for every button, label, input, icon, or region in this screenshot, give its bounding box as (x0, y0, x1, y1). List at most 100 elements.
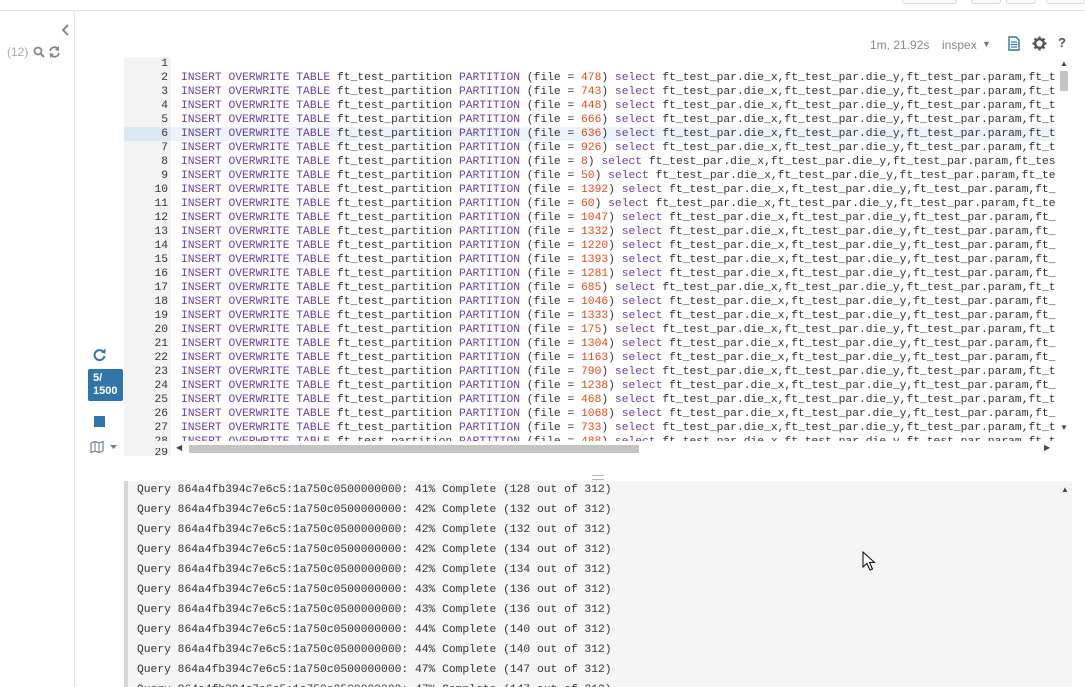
sql-statement: INSERT OVERWRITE TABLE ft_test_partition… (181, 142, 1056, 154)
sql-editor[interactable]: 1 2 INSERT OVERWRITE TABLE ft_test_partiti… (124, 57, 1072, 456)
scroll-up-arrow-icon[interactable]: ▲ (1061, 485, 1069, 494)
sql-statement: INSERT OVERWRITE TABLE ft_test_partition… (181, 156, 1056, 168)
top-toolbar-button[interactable] (971, 0, 1001, 4)
line-number: 7 (161, 142, 168, 154)
top-toolbar-button[interactable] (1046, 0, 1085, 4)
log-line: Query 864a4fb394c7e6c5:1a750c0500000000:… (137, 544, 612, 556)
editor-horizontal-scrollbar[interactable]: ◀ ▶ (171, 441, 1057, 456)
code-line[interactable]: 16 INSERT OVERWRITE TABLE ft_test_partiti… (124, 267, 1056, 281)
scrollbar-thumb[interactable] (1060, 71, 1068, 91)
code-line[interactable]: 7 INSERT OVERWRITE TABLE ft_test_partitio… (124, 141, 1056, 155)
search-icon[interactable] (33, 46, 45, 58)
rerun-icon[interactable] (93, 348, 106, 361)
line-number: 27 (154, 422, 168, 434)
partition-file-number: 1332 (581, 226, 609, 238)
code-line[interactable]: 17 INSERT OVERWRITE TABLE ft_test_partiti… (124, 281, 1056, 295)
code-line[interactable]: 25 INSERT OVERWRITE TABLE ft_test_partiti… (124, 393, 1056, 407)
line-number: 15 (154, 254, 168, 266)
code-line[interactable]: 12 INSERT OVERWRITE TABLE ft_test_partiti… (124, 211, 1056, 225)
statement-progress-badge: 5/ 1500 (88, 369, 123, 401)
refresh-icon[interactable] (48, 46, 61, 58)
sql-statement: INSERT OVERWRITE TABLE ft_test_partition… (181, 422, 1056, 434)
code-line[interactable]: 11 INSERT OVERWRITE TABLE ft_test_partiti… (124, 197, 1056, 211)
partition-file-number: 1333 (581, 310, 609, 322)
scrollbar-thumb[interactable] (189, 445, 639, 453)
line-number: 8 (161, 156, 168, 168)
gear-icon[interactable] (1032, 36, 1047, 51)
code-line[interactable]: 27 INSERT OVERWRITE TABLE ft_test_partiti… (124, 421, 1056, 435)
left-panel: (12) (0, 11, 75, 687)
code-line[interactable]: 4 INSERT OVERWRITE TABLE ft_test_partitio… (124, 99, 1056, 113)
partition-file-number: 790 (581, 366, 602, 378)
code-line[interactable]: 5 INSERT OVERWRITE TABLE ft_test_partitio… (124, 113, 1056, 127)
code-line[interactable]: 14 INSERT OVERWRITE TABLE ft_test_partiti… (124, 239, 1056, 253)
partition-file-number: 1220 (581, 240, 609, 252)
panel-resize-handle[interactable] (592, 475, 604, 480)
code-line[interactable]: 18 INSERT OVERWRITE TABLE ft_test_partiti… (124, 295, 1056, 309)
code-line[interactable]: 24 INSERT OVERWRITE TABLE ft_test_partiti… (124, 379, 1056, 393)
line-number: 19 (154, 310, 168, 322)
partition-file-number: 1304 (581, 338, 609, 350)
sql-statement: INSERT OVERWRITE TABLE ft_test_partition… (181, 198, 1056, 210)
partition-file-number: 1238 (581, 380, 609, 392)
code-line[interactable]: 9 INSERT OVERWRITE TABLE ft_test_partitio… (124, 169, 1056, 183)
progress-total: 1500 (93, 385, 118, 397)
scroll-left-arrow-icon[interactable]: ◀ (176, 443, 182, 452)
sql-statement: INSERT OVERWRITE TABLE ft_test_partition… (181, 184, 1056, 196)
help-icon[interactable]: ? (1058, 35, 1066, 50)
database-selector[interactable]: inspex (942, 38, 977, 52)
code-line[interactable]: 20 INSERT OVERWRITE TABLE ft_test_partiti… (124, 323, 1056, 337)
sql-statement: INSERT OVERWRITE TABLE ft_test_partition… (181, 296, 1056, 308)
partition-file-number: 1068 (581, 408, 609, 420)
log-line: Query 864a4fb394c7e6c5:1a750c0500000000:… (137, 604, 612, 616)
sql-statement: INSERT OVERWRITE TABLE ft_test_partition… (181, 324, 1056, 336)
editor-vertical-scrollbar[interactable]: ▲ ▼ (1057, 57, 1072, 441)
code-line[interactable]: 13 INSERT OVERWRITE TABLE ft_test_partiti… (124, 225, 1056, 239)
mouse-cursor-icon (862, 551, 876, 571)
line-number: 5 (161, 114, 168, 126)
partition-file-number: 478 (581, 72, 602, 84)
code-line[interactable]: 3 INSERT OVERWRITE TABLE ft_test_partitio… (124, 85, 1056, 99)
code-area[interactable]: 1 2 INSERT OVERWRITE TABLE ft_test_partiti… (124, 57, 1056, 441)
scroll-right-arrow-icon[interactable]: ▶ (1044, 443, 1050, 452)
line-number: 16 (154, 268, 168, 280)
partition-file-number: 50 (581, 170, 595, 182)
partition-file-number: 926 (581, 142, 602, 154)
map-icon[interactable] (90, 441, 120, 453)
code-line[interactable]: 15 INSERT OVERWRITE TABLE ft_test_partiti… (124, 253, 1056, 267)
sql-statement: INSERT OVERWRITE TABLE ft_test_partition… (181, 212, 1056, 224)
document-icon[interactable] (1007, 36, 1021, 51)
code-line[interactable]: 6 INSERT OVERWRITE TABLE ft_test_partitio… (124, 127, 1056, 141)
sql-statement: INSERT OVERWRITE TABLE ft_test_partition… (181, 86, 1056, 98)
partition-file-number: 448 (581, 100, 602, 112)
sql-statement: INSERT OVERWRITE TABLE ft_test_partition… (181, 100, 1056, 112)
scroll-up-arrow-icon[interactable]: ▲ (1060, 59, 1068, 68)
code-line[interactable]: 26 INSERT OVERWRITE TABLE ft_test_partiti… (124, 407, 1056, 421)
code-line[interactable]: 1 (124, 57, 1056, 71)
code-line[interactable]: 22 INSERT OVERWRITE TABLE ft_test_partiti… (124, 351, 1056, 365)
top-toolbar-button[interactable] (1006, 0, 1036, 4)
sql-statement: INSERT OVERWRITE TABLE ft_test_partition… (181, 128, 1056, 140)
partition-file-number: 1281 (581, 268, 609, 280)
caret-down-icon[interactable]: ▼ (982, 39, 991, 49)
sql-statement: INSERT OVERWRITE TABLE ft_test_partition… (181, 114, 1056, 126)
line-number: 26 (154, 408, 168, 420)
collapse-chevron-icon[interactable] (60, 23, 72, 37)
code-line[interactable]: 21 INSERT OVERWRITE TABLE ft_test_partiti… (124, 337, 1056, 351)
execution-time: 1m, 21.92s (870, 38, 930, 52)
sql-statement: INSERT OVERWRITE TABLE ft_test_partition… (181, 226, 1056, 238)
line-number: 4 (161, 100, 168, 112)
partition-file-number: 468 (581, 394, 602, 406)
code-line[interactable]: 19 INSERT OVERWRITE TABLE ft_test_partiti… (124, 309, 1056, 323)
top-toolbar-button[interactable] (902, 0, 957, 4)
stop-icon[interactable] (94, 416, 105, 427)
scroll-down-arrow-icon[interactable]: ▼ (1060, 423, 1068, 432)
code-line[interactable]: 23 INSERT OVERWRITE TABLE ft_test_partiti… (124, 365, 1056, 379)
log-line: Query 864a4fb394c7e6c5:1a750c0500000000:… (137, 484, 612, 496)
top-bar (0, 0, 1085, 11)
code-line[interactable]: 10 INSERT OVERWRITE TABLE ft_test_partiti… (124, 183, 1056, 197)
partition-file-number: 743 (581, 86, 602, 98)
code-line[interactable]: 2 INSERT OVERWRITE TABLE ft_test_partitio… (124, 71, 1056, 85)
code-line[interactable]: 8 INSERT OVERWRITE TABLE ft_test_partitio… (124, 155, 1056, 169)
partition-file-number: 1393 (581, 254, 609, 266)
